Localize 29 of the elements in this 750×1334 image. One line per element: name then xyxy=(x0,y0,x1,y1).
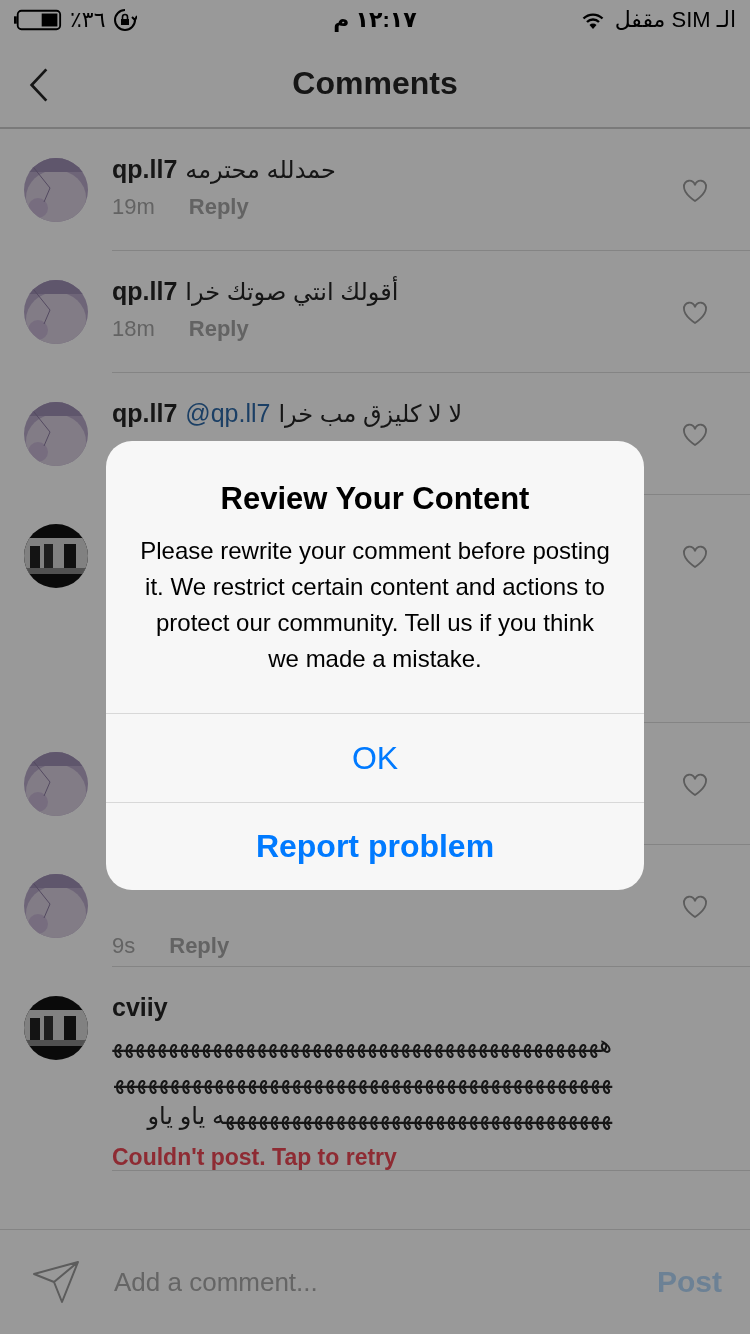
status-time: ١٢:١٧ م xyxy=(333,7,417,33)
heart-icon[interactable] xyxy=(682,179,708,203)
mention-link[interactable]: @qp.ll7 xyxy=(185,399,271,428)
dialog-title: Review Your Content xyxy=(220,481,530,517)
nav-title: Comments xyxy=(292,65,458,102)
heart-icon[interactable] xyxy=(682,773,708,797)
battery-percent: ٪٣٦ xyxy=(70,7,106,33)
back-icon[interactable] xyxy=(28,66,50,104)
username[interactable]: qp.ll7 xyxy=(112,277,178,306)
username[interactable]: qp.ll7 xyxy=(112,399,178,428)
comment-text: أقولك انتي صوتك خرا xyxy=(185,278,399,306)
rotation-lock-icon xyxy=(113,8,138,32)
username[interactable]: qp.ll7 xyxy=(112,155,178,184)
dialog-button[interactable]: Report problem xyxy=(106,802,644,890)
comment-text: حمدلله محترمه xyxy=(185,156,336,184)
username[interactable]: cviiy xyxy=(112,993,168,1022)
battery-icon xyxy=(14,9,62,31)
dialog-button[interactable]: OK xyxy=(106,714,644,802)
heart-icon[interactable] xyxy=(682,423,708,447)
dialog-message: Please rewrite your comment before posting it. We restrict certain content and actions to protect our community. Tell us if you think we made a mistake. xyxy=(140,536,610,674)
comment-text: هههههههههههههههههههههههههههههههههههههههههههههههههههههههههههههههههههههههههههههههههههههههههههههههههههههههههههههههههههههههههههههه ياو ياو xyxy=(112,1029,612,1132)
heart-icon[interactable] xyxy=(682,545,708,569)
post-error-text[interactable]: Couldn't post. Tap to retry xyxy=(112,1144,397,1171)
heart-icon[interactable] xyxy=(682,895,708,919)
wifi-icon xyxy=(580,11,605,29)
send-icon[interactable] xyxy=(32,1260,80,1304)
carrier-label: الـ SIM مقفل xyxy=(614,7,736,33)
comment-text: لا لا كليزق مب خرا xyxy=(278,400,463,428)
heart-icon[interactable] xyxy=(682,301,708,325)
